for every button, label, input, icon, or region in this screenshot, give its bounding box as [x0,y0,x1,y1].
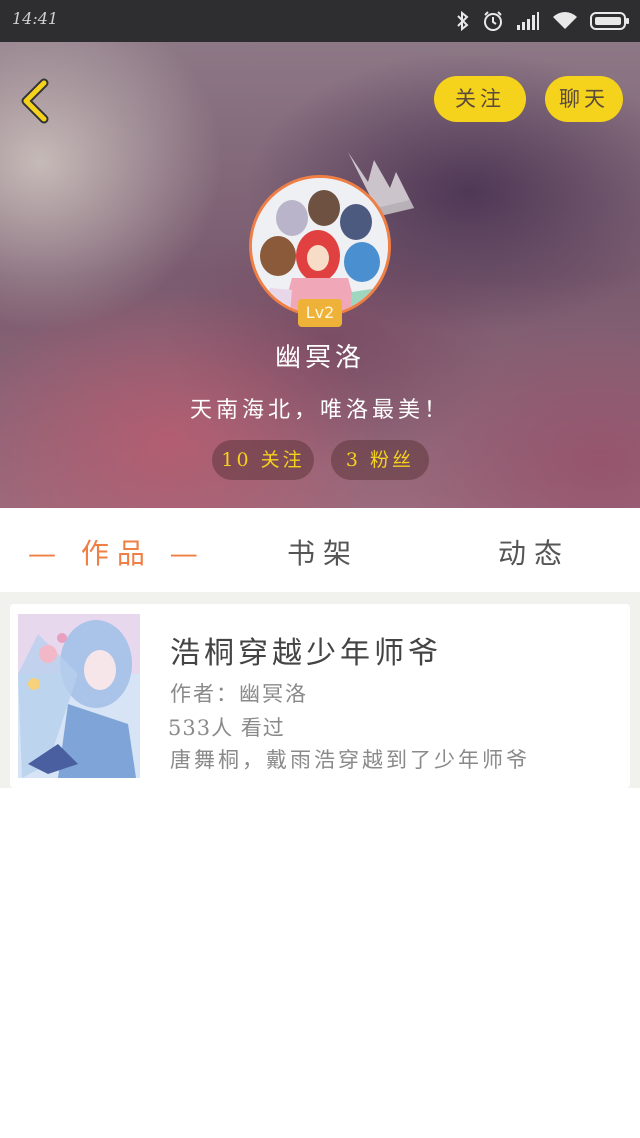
battery-icon [590,12,629,30]
username: 幽冥洛 [274,343,365,373]
following-count[interactable]: 10 关注 [212,440,314,480]
chat-button[interactable]: 聊天 [545,76,623,122]
book-views: 533人 看过 [168,716,285,740]
book-cover [18,614,140,778]
avatar-image [252,178,388,314]
works-list: 浩桐穿越少年师爷 作者：幽冥洛 533人 看过 唐舞桐，戴雨浩穿越到了少年师爷 [0,592,640,788]
chevron-left-icon [21,78,49,124]
avatar[interactable] [249,175,391,317]
profile-motto: 天南海北，唯洛最美！ [189,398,450,423]
back-button[interactable] [12,76,56,126]
work-card[interactable]: 浩桐穿越少年师爷 作者：幽冥洛 533人 看过 唐舞桐，戴雨浩穿越到了少年师爷 [10,604,630,788]
bluetooth-icon [457,10,469,32]
follow-button[interactable]: 关注 [434,76,526,122]
alarm-icon [484,11,502,31]
book-author: 作者：幽冥洛 [170,682,308,706]
book-title: 浩桐穿越少年师爷 [170,636,442,671]
profile-tabs: — 作品 — 书架 动态 [0,508,640,592]
status-icons [456,8,630,34]
status-bar: 14:41 [0,0,640,42]
book-description: 唐舞桐，戴雨浩穿越到了少年师爷 [170,748,530,772]
profile-header: 关注 聊天 Lv2 幽冥洛 天南海北，唯洛最美！ 10 关注 3 粉丝 [0,42,640,508]
fans-count[interactable]: 3 粉丝 [331,440,429,480]
level-badge: Lv2 [298,299,342,327]
tab-bookshelf[interactable]: 书架 [287,532,359,572]
book-cover-image [18,614,140,778]
tab-activity[interactable]: 动态 [498,532,570,572]
wifi-icon [553,12,577,29]
signal-icon [517,12,539,30]
status-time: 14:41 [12,9,59,28]
tab-works[interactable]: — 作品 — [28,532,206,572]
